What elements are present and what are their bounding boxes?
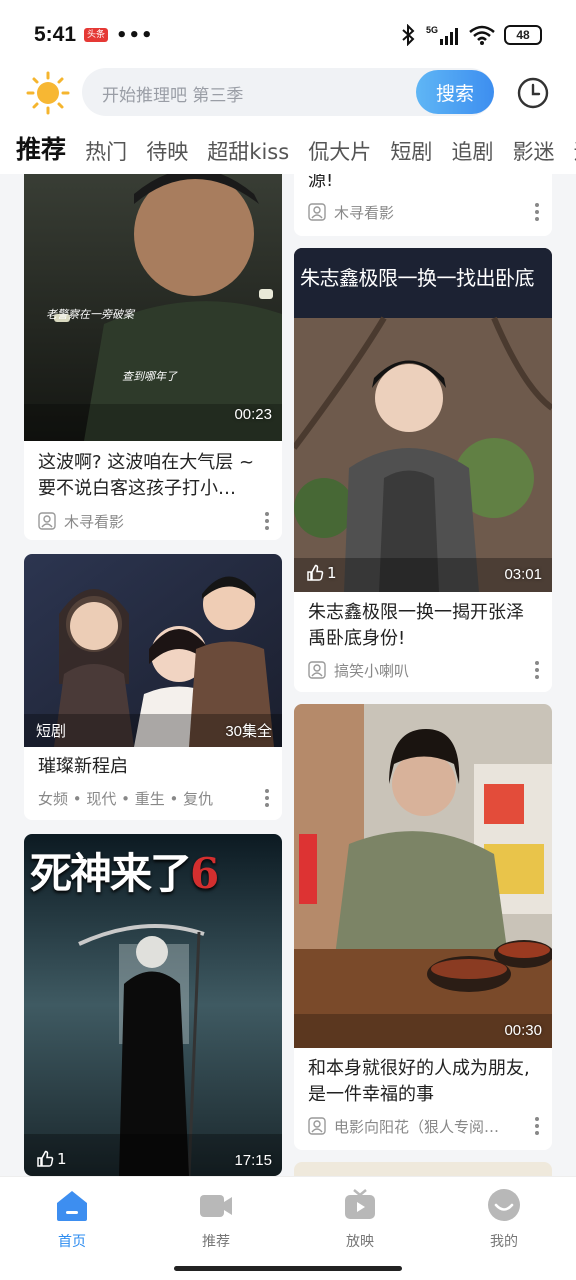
video-card[interactable] <box>294 1162 552 1176</box>
video-title-tail: 源! <box>308 174 334 191</box>
tab-movie-talk[interactable]: 侃大片 <box>308 136 371 166</box>
more-options-icon[interactable] <box>534 1116 540 1136</box>
more-notifications-icon: ••• <box>116 24 154 46</box>
more-options-icon[interactable] <box>264 511 270 531</box>
nav-recommend[interactable]: 推荐 <box>176 1187 256 1251</box>
tab-sweet-kiss[interactable]: 超甜kiss <box>207 136 289 166</box>
more-options-icon[interactable] <box>264 788 270 808</box>
author-name[interactable]: 木寻看影 <box>64 511 124 532</box>
bluetooth-icon <box>402 24 415 46</box>
like-number: 1 <box>327 564 337 582</box>
video-thumbnail[interactable] <box>294 248 552 592</box>
video-title: 和本身就很好的人成为朋友, 是一件幸福的事 <box>308 1058 530 1105</box>
like-number: 1 <box>57 1150 67 1168</box>
video-banner-text: 朱志鑫极限一换一找出卧底 <box>300 266 535 290</box>
status-bar: 5:41 头条 ••• 5G 48 <box>0 0 576 70</box>
video-duration: 00:23 <box>234 406 272 423</box>
thumbs-up-icon <box>307 564 324 581</box>
nav-home-label: 首页 <box>58 1234 86 1250</box>
tv-icon <box>345 1189 375 1219</box>
video-duration: 00:30 <box>504 1022 542 1039</box>
history-clock-icon[interactable] <box>516 76 550 110</box>
video-title: 这波啊? 这波咱在大气层 ~ 要不说白客这孩子打小… <box>38 452 255 499</box>
wifi-icon <box>469 25 495 45</box>
user-avatar-icon <box>308 203 326 221</box>
cell-signal-icon: 5G <box>426 25 458 45</box>
tab-upcoming[interactable]: 待映 <box>146 136 188 166</box>
video-meta: 搞笑小喇叭 <box>308 658 540 682</box>
drama-poster[interactable] <box>24 554 282 747</box>
video-card[interactable]: 朱志鑫极限一换一找出卧底 1 03:01 朱志鑫极限一换一揭开张泽禹卧底身份! … <box>294 248 552 692</box>
clock: 5:41 <box>34 23 77 46</box>
nav-home[interactable]: 首页 <box>32 1187 112 1251</box>
news-badge: 头条 <box>84 28 109 42</box>
video-feed[interactable]: 老警察在一旁破案 查到哪年了 00:23 这波啊? 这波咱在大气层 ~ 要不说白… <box>0 174 576 1176</box>
user-avatar-icon <box>308 661 326 679</box>
search-input[interactable]: 开始推理吧 第三季 搜索 <box>82 68 494 116</box>
home-indicator[interactable] <box>174 1266 402 1271</box>
network-type: 5G <box>426 25 438 35</box>
video-camera-icon <box>200 1195 232 1217</box>
author-name[interactable]: 搞笑小喇叭 <box>334 660 409 681</box>
poster-title: 死神来了6 <box>30 840 219 901</box>
tab-short-drama[interactable]: 短剧 <box>390 136 432 166</box>
poster-title-text: 死神来了 <box>30 849 192 898</box>
video-meta: 电影向阳花（狠人专阅… <box>308 1114 540 1138</box>
short-drama-tag: 短剧 <box>36 722 67 740</box>
search-button[interactable]: 搜索 <box>416 70 494 114</box>
subtitle-line-1: 老警察在一旁破案 <box>46 308 134 321</box>
user-avatar-icon <box>308 1117 326 1135</box>
tab-recommend[interactable]: 推荐 <box>16 130 66 166</box>
profile-icon <box>488 1189 520 1221</box>
poster-number: 6 <box>190 849 219 898</box>
search-placeholder: 开始推理吧 第三季 <box>102 86 244 106</box>
subtitle-line-2: 查到哪年了 <box>122 370 177 383</box>
bottom-navigation: 首页 推荐 放映 我的 <box>0 1176 576 1280</box>
video-title: 朱志鑫极限一换一揭开张泽禹卧底身份! <box>308 602 524 649</box>
tab-hot[interactable]: 热门 <box>85 136 127 166</box>
video-duration: 03:01 <box>504 566 542 583</box>
nav-screening-label: 放映 <box>346 1234 374 1250</box>
nav-recommend-label: 推荐 <box>202 1234 230 1250</box>
nav-profile[interactable]: 我的 <box>464 1187 544 1251</box>
like-count: 1 <box>36 1150 67 1168</box>
video-thumbnail[interactable] <box>294 704 552 1048</box>
more-options-icon[interactable] <box>534 660 540 680</box>
short-drama-card[interactable]: 短剧 30集全 璀璨新程启 女频 • 现代 • 重生 • 复仇 <box>24 554 282 820</box>
drama-genres: 女频 • 现代 • 重生 • 复仇 <box>38 789 214 808</box>
like-count: 1 <box>306 564 337 582</box>
drama-title: 璀璨新程启 <box>38 756 128 777</box>
video-card[interactable]: 源! 木寻看影 <box>294 174 552 236</box>
weather-sun-icon[interactable] <box>26 71 70 115</box>
video-duration: 17:15 <box>234 1152 272 1169</box>
author-name[interactable]: 木寻看影 <box>334 202 394 223</box>
nav-profile-label: 我的 <box>490 1234 518 1250</box>
user-avatar-icon <box>38 512 56 530</box>
category-tabs: 推荐 热门 待映 超甜kiss 侃大片 短剧 追剧 影迷 追 <box>0 130 576 172</box>
video-card[interactable]: 死神来了6 1 17:15 <box>24 834 282 1176</box>
thumbs-up-icon <box>37 1150 54 1167</box>
episode-count: 30集全 <box>225 723 272 740</box>
author-name[interactable]: 电影向阳花（狠人专阅… <box>334 1116 499 1137</box>
nav-screening[interactable]: 放映 <box>320 1187 400 1251</box>
video-meta: 木寻看影 <box>308 200 540 224</box>
video-meta: 木寻看影 <box>38 509 270 533</box>
tab-series[interactable]: 追剧 <box>451 136 493 166</box>
search-row: 开始推理吧 第三季 搜索 <box>0 68 576 118</box>
home-icon <box>57 1191 87 1221</box>
video-card[interactable]: 老警察在一旁破案 查到哪年了 00:23 这波啊? 这波咱在大气层 ~ 要不说白… <box>24 174 282 540</box>
battery-indicator: 48 <box>504 25 542 45</box>
tab-movie-fans[interactable]: 影迷 <box>513 136 555 166</box>
video-card[interactable]: 00:30 和本身就很好的人成为朋友, 是一件幸福的事 电影向阳花（狠人专阅… <box>294 704 552 1150</box>
more-options-icon[interactable] <box>534 202 540 222</box>
